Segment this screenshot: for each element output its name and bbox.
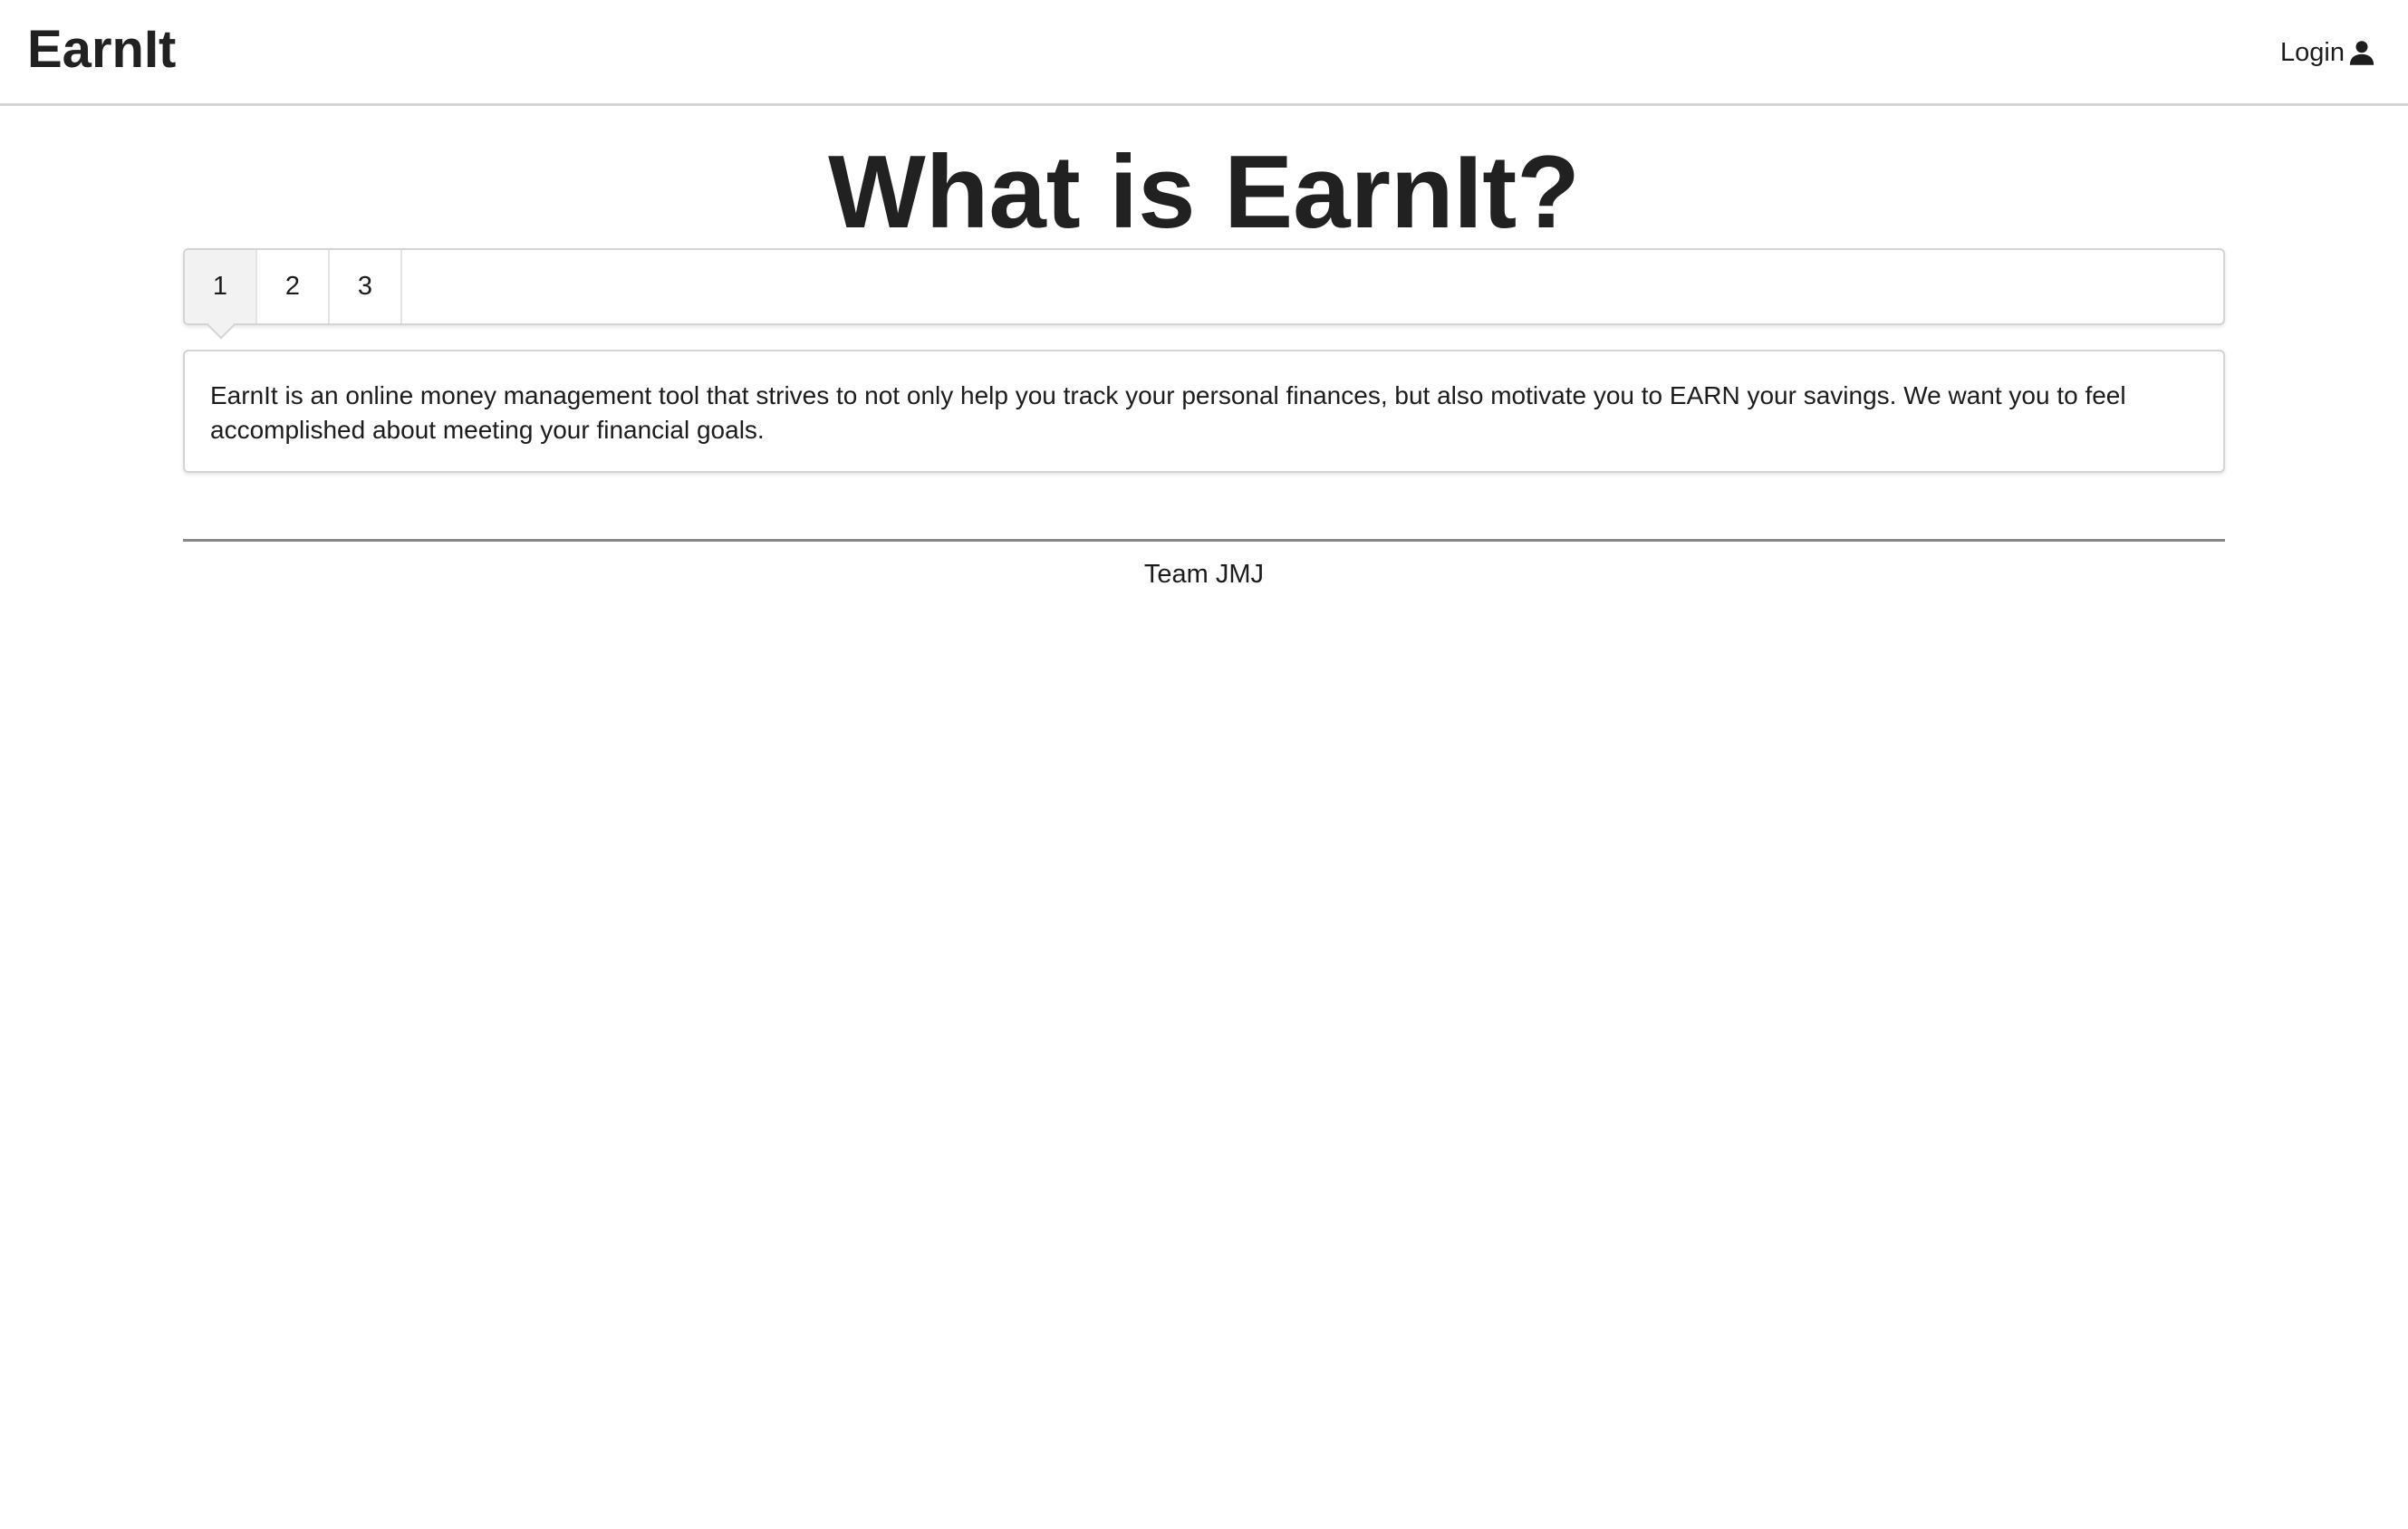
login-label: Login	[2280, 37, 2345, 67]
tab-3[interactable]: 3	[330, 250, 402, 323]
tab-2[interactable]: 2	[257, 250, 330, 323]
brand-logo[interactable]: EarnIt	[27, 18, 176, 82]
footer-text: Team JMJ	[1143, 560, 1265, 589]
user-icon	[2348, 39, 2375, 66]
footer-divider	[183, 539, 2225, 542]
description-text: EarnIt is an online money management too…	[210, 381, 2126, 444]
tab-1[interactable]: 1	[185, 250, 257, 323]
tab-content-panel: EarnIt is an online money management too…	[183, 350, 2225, 473]
page-title: What is EarnIt?	[828, 135, 1580, 250]
login-button[interactable]: Login	[2280, 33, 2375, 72]
top-navbar: EarnIt Login	[0, 0, 2408, 106]
tab-menu: 1 2 3	[183, 248, 2225, 325]
